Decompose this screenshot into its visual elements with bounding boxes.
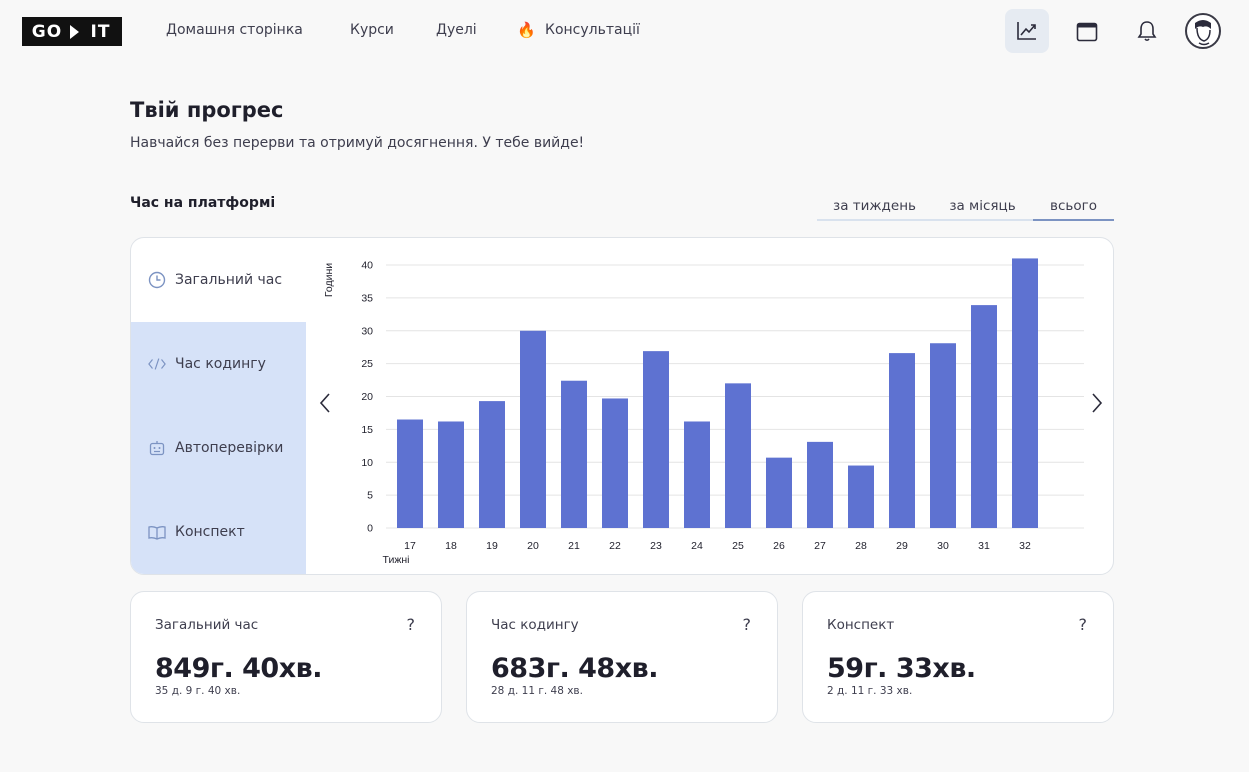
y-tick-label: 30 bbox=[361, 325, 373, 337]
chart-svg: 0 5 10 15 20 25 30 35 40 17 18 19 20 21 22 23 24 25 26 27 28… bbox=[323, 258, 1084, 566]
x-tick-label: 23 bbox=[650, 540, 662, 552]
bar-week-25[interactable] bbox=[725, 383, 751, 528]
period-tabs: за тиждень за місяць всього bbox=[817, 198, 1114, 221]
bar-week-20[interactable] bbox=[520, 330, 546, 528]
x-tick-label: 25 bbox=[732, 540, 744, 552]
stat-label: Час кодингу bbox=[491, 617, 579, 633]
x-tick-label: 27 bbox=[814, 540, 826, 552]
x-tick-label: 24 bbox=[691, 540, 703, 552]
progress-chart-button[interactable] bbox=[1005, 9, 1049, 53]
bar-week-23[interactable] bbox=[643, 351, 669, 528]
bar-week-27[interactable] bbox=[807, 441, 833, 528]
robot-icon bbox=[148, 439, 166, 457]
y-tick-label: 10 bbox=[361, 457, 373, 469]
y-tick-label: 20 bbox=[361, 391, 373, 403]
x-tick-label: 30 bbox=[937, 540, 949, 552]
sidebar-item-notes[interactable]: Конспект bbox=[131, 490, 306, 574]
bar-week-19[interactable] bbox=[479, 401, 505, 528]
sidebar-item-coding-time[interactable]: Час кодингу bbox=[131, 322, 306, 406]
time-on-platform-card: Загальний час Час кодингу Автоперевірки … bbox=[130, 237, 1114, 575]
hours-bar-chart: 0 5 10 15 20 25 30 35 40 17 18 19 20 21 22 23 24 25 26 27 28… bbox=[306, 238, 1113, 574]
bar-week-21[interactable] bbox=[561, 380, 587, 528]
tab-week[interactable]: за тиждень bbox=[817, 198, 932, 219]
nav-courses[interactable]: Курси bbox=[350, 22, 394, 38]
sidebar-item-label: Автоперевірки bbox=[175, 440, 284, 456]
bar-week-17[interactable] bbox=[397, 419, 423, 528]
logo-go-text: GO bbox=[31, 21, 63, 42]
x-tick-label: 17 bbox=[404, 540, 416, 552]
notifications-button[interactable] bbox=[1125, 9, 1169, 53]
sidebar-item-label: Загальний час bbox=[175, 272, 283, 288]
stat-card-notes: Конспект ? 59г. 33хв. 2 д. 11 г. 33 хв. bbox=[802, 591, 1114, 723]
y-tick-label: 25 bbox=[361, 358, 373, 370]
logo-arrow bbox=[70, 24, 79, 39]
help-icon[interactable]: ? bbox=[743, 615, 752, 634]
y-tick-label: 5 bbox=[367, 490, 373, 502]
goit-logo[interactable]: GO IT bbox=[22, 17, 122, 46]
sidebar-item-autochecks[interactable]: Автоперевірки bbox=[131, 406, 306, 490]
stat-card-total-time: Загальний час ? 849г. 40хв. 35 д. 9 г. 4… bbox=[130, 591, 442, 723]
stat-value: 849г. 40хв. bbox=[155, 653, 322, 684]
bar-week-22[interactable] bbox=[602, 398, 628, 528]
stat-detail: 2 д. 11 г. 33 хв. bbox=[827, 685, 913, 697]
progress-chart-icon bbox=[1017, 22, 1036, 40]
stat-value: 683г. 48хв. bbox=[491, 653, 658, 684]
bar-week-30[interactable] bbox=[930, 343, 956, 528]
stat-label: Загальний час bbox=[155, 617, 259, 633]
nav-home[interactable]: Домашня сторінка bbox=[166, 22, 303, 38]
x-tick-label: 31 bbox=[978, 540, 990, 552]
y-tick-label: 35 bbox=[361, 292, 373, 304]
x-tick-label: 21 bbox=[568, 540, 580, 552]
book-icon bbox=[148, 523, 166, 541]
bar-week-32[interactable] bbox=[1012, 258, 1038, 528]
logo-it-text: IT bbox=[90, 21, 111, 42]
x-tick-label: 18 bbox=[445, 540, 457, 552]
bar-week-24[interactable] bbox=[684, 421, 710, 528]
tab-month[interactable]: за місяць bbox=[932, 198, 1033, 219]
y-axis-label: Години bbox=[323, 263, 335, 297]
stat-card-coding-time: Час кодингу ? 683г. 48хв. 28 д. 11 г. 48… bbox=[466, 591, 778, 723]
section-title: Час на платформі bbox=[130, 195, 276, 211]
x-tick-label: 19 bbox=[486, 540, 498, 552]
bar-week-31[interactable] bbox=[971, 305, 997, 528]
y-tick-label: 15 bbox=[361, 424, 373, 436]
y-tick-label: 40 bbox=[361, 260, 373, 272]
fire-icon: 🔥 bbox=[517, 21, 536, 39]
bar-week-18[interactable] bbox=[438, 421, 464, 528]
x-tick-label: 28 bbox=[855, 540, 867, 552]
bell-icon bbox=[1137, 21, 1157, 42]
nav-consultations[interactable]: Консультації bbox=[545, 22, 640, 38]
calendar-icon bbox=[1076, 22, 1098, 41]
sidebar-item-label: Час кодингу bbox=[175, 356, 266, 372]
stat-detail: 28 д. 11 г. 48 хв. bbox=[491, 685, 583, 697]
clock-icon bbox=[148, 271, 166, 289]
code-icon bbox=[148, 355, 166, 373]
avatar-face-icon bbox=[1195, 20, 1211, 46]
stat-value: 59г. 33хв. bbox=[827, 653, 976, 684]
bar-week-28[interactable] bbox=[848, 465, 874, 528]
calendar-button[interactable] bbox=[1065, 9, 1109, 53]
x-tick-label: 32 bbox=[1019, 540, 1031, 552]
nav-duels[interactable]: Дуелі bbox=[436, 22, 477, 38]
bar-week-29[interactable] bbox=[889, 353, 915, 528]
page-title: Твій прогрес bbox=[130, 98, 284, 122]
tab-all[interactable]: всього bbox=[1033, 198, 1114, 221]
help-icon[interactable]: ? bbox=[407, 615, 416, 634]
x-tick-label: 22 bbox=[609, 540, 621, 552]
y-tick-label: 0 bbox=[367, 523, 373, 535]
help-icon[interactable]: ? bbox=[1079, 615, 1088, 634]
stat-label: Конспект bbox=[827, 617, 895, 633]
bar-week-26[interactable] bbox=[766, 457, 792, 528]
user-avatar[interactable] bbox=[1185, 13, 1221, 49]
x-tick-label: 26 bbox=[773, 540, 785, 552]
metric-sidebar: Загальний час Час кодингу Автоперевірки … bbox=[131, 238, 306, 574]
page-subtitle: Навчайся без перерви та отримуй досягнен… bbox=[130, 135, 585, 151]
stat-detail: 35 д. 9 г. 40 хв. bbox=[155, 685, 241, 697]
x-axis-label: Тижні bbox=[383, 554, 410, 566]
x-tick-label: 29 bbox=[896, 540, 908, 552]
x-tick-label: 20 bbox=[527, 540, 539, 552]
sidebar-item-total-time[interactable]: Загальний час bbox=[131, 238, 306, 322]
sidebar-item-label: Конспект bbox=[175, 524, 245, 540]
